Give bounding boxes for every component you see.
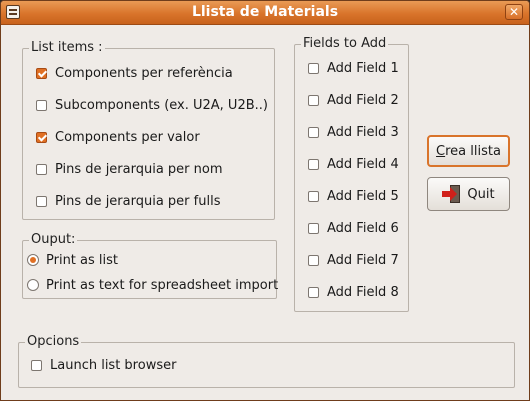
add-field-7-label: Add Field 7	[327, 252, 399, 268]
checkbox-row-add-field-4[interactable]: Add Field 4	[308, 154, 399, 174]
add-field-3-checkbox[interactable]	[308, 126, 319, 138]
exit-door-icon	[442, 185, 462, 203]
add-field-7-checkbox[interactable]	[308, 254, 319, 266]
checkbox-row-add-field-3[interactable]: Add Field 3	[308, 122, 399, 142]
checkbox-row-add-field-5[interactable]: Add Field 5	[308, 186, 399, 206]
components-per-referencia-label: Components per referència	[55, 65, 233, 81]
pins-jerarquia-fulls-checkbox[interactable]	[36, 195, 47, 207]
checkbox-row-add-field-2[interactable]: Add Field 2	[308, 90, 399, 110]
add-field-5-label: Add Field 5	[327, 188, 399, 204]
add-field-6-checkbox[interactable]	[308, 222, 319, 234]
pins-jerarquia-fulls-label: Pins de jerarquia per fulls	[55, 193, 221, 209]
add-field-4-label: Add Field 4	[327, 156, 399, 172]
output-label: Ouput:	[29, 232, 78, 247]
checkbox-row-pins-jerarquia-nom[interactable]: Pins de jerarquia per nom	[36, 159, 223, 179]
add-field-6-label: Add Field 6	[327, 220, 399, 236]
crea-llista-button[interactable]: Crea llista	[427, 135, 510, 167]
components-per-referencia-checkbox[interactable]	[36, 67, 47, 79]
options-label: Opcions	[25, 334, 82, 349]
bom-dialog-window: Llista de Materials ✕ List items : Compo…	[0, 0, 530, 401]
title-bar[interactable]: Llista de Materials ✕	[1, 1, 529, 25]
print-as-text-radio[interactable]	[27, 279, 39, 291]
radio-row-print-as-text[interactable]: Print as text for spreadsheet import	[27, 275, 278, 295]
pins-jerarquia-nom-label: Pins de jerarquia per nom	[55, 161, 223, 177]
list-items-frame: List items : Components per referència S…	[22, 40, 275, 220]
window-title: Llista de Materials	[191, 4, 339, 20]
checkbox-row-add-field-1[interactable]: Add Field 1	[308, 58, 399, 78]
output-frame: Ouput: Print as list Print as text for s…	[22, 232, 278, 299]
subcomponents-checkbox[interactable]	[36, 99, 47, 111]
add-field-2-checkbox[interactable]	[308, 94, 319, 106]
components-per-valor-checkbox[interactable]	[36, 131, 47, 143]
crea-llista-label: rea llista	[445, 143, 501, 159]
checkbox-row-add-field-8[interactable]: Add Field 8	[308, 282, 399, 302]
checkbox-row-components-per-valor[interactable]: Components per valor	[36, 127, 200, 147]
list-items-label: List items :	[29, 40, 105, 55]
quit-label: Quit	[467, 186, 495, 202]
quit-button[interactable]: Quit	[427, 177, 510, 211]
print-as-list-label: Print as list	[46, 252, 119, 268]
add-field-8-checkbox[interactable]	[308, 286, 319, 298]
add-field-1-checkbox[interactable]	[308, 62, 319, 74]
add-field-4-checkbox[interactable]	[308, 158, 319, 170]
checkbox-row-subcomponents[interactable]: Subcomponents (ex. U2A, U2B..)	[36, 95, 268, 115]
checkbox-row-add-field-7[interactable]: Add Field 7	[308, 250, 399, 270]
options-frame: Opcions Launch list browser	[18, 334, 515, 388]
components-per-valor-label: Components per valor	[55, 129, 200, 145]
add-field-2-label: Add Field 2	[327, 92, 399, 108]
checkbox-row-pins-jerarquia-fulls[interactable]: Pins de jerarquia per fulls	[36, 191, 220, 211]
add-field-3-label: Add Field 3	[327, 124, 399, 140]
crea-llista-mnemonic: C	[436, 143, 446, 159]
checkbox-row-components-per-referencia[interactable]: Components per referència	[36, 63, 233, 83]
checkbox-row-launch-list-browser[interactable]: Launch list browser	[31, 355, 176, 375]
radio-row-print-as-list[interactable]: Print as list	[27, 250, 118, 270]
checkbox-row-add-field-6[interactable]: Add Field 6	[308, 218, 399, 238]
print-as-list-radio[interactable]	[27, 254, 39, 266]
launch-list-browser-checkbox[interactable]	[31, 359, 42, 371]
fields-to-add-label: Fields to Add	[301, 36, 389, 51]
print-as-text-label: Print as text for spreadsheet import	[46, 277, 279, 293]
fields-to-add-frame: Fields to Add Add Field 1 Add Field 2 Ad…	[294, 36, 409, 312]
add-field-5-checkbox[interactable]	[308, 190, 319, 202]
add-field-1-label: Add Field 1	[327, 60, 399, 76]
pins-jerarquia-nom-checkbox[interactable]	[36, 163, 47, 175]
launch-list-browser-label: Launch list browser	[50, 357, 177, 373]
subcomponents-label: Subcomponents (ex. U2A, U2B..)	[55, 97, 268, 113]
add-field-8-label: Add Field 8	[327, 284, 399, 300]
close-button[interactable]: ✕	[505, 4, 523, 20]
